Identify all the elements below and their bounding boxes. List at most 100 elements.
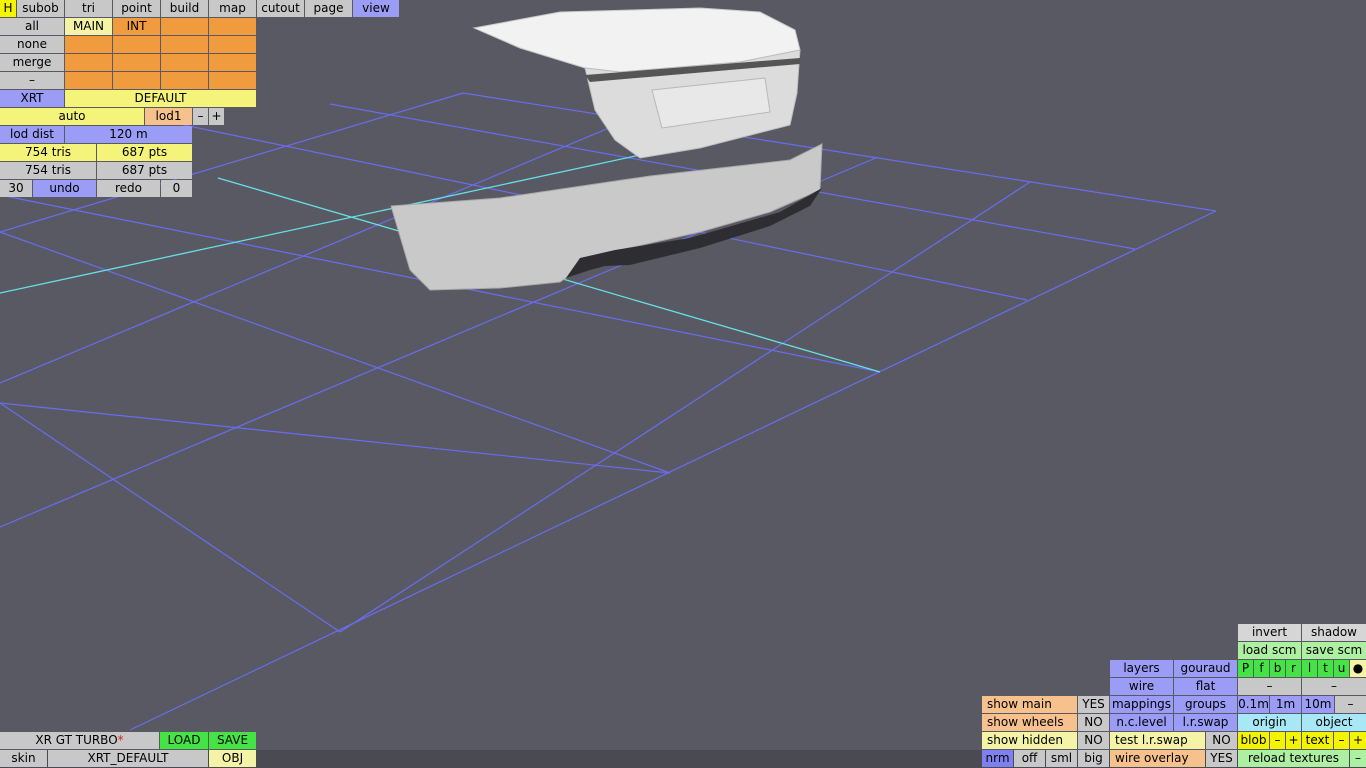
lod-level[interactable]: lod1 <box>145 108 192 125</box>
car-config[interactable]: DEFAULT <box>65 90 256 107</box>
show-hidden-label[interactable]: show hidden <box>982 732 1077 749</box>
menu-point[interactable]: point <box>113 0 160 17</box>
view-r-button[interactable]: r <box>1286 660 1301 677</box>
group-slot[interactable] <box>65 72 112 89</box>
dash-button-1[interactable]: – <box>1238 678 1301 695</box>
blob-minus-button[interactable]: – <box>1270 732 1285 749</box>
menu-map[interactable]: map <box>209 0 256 17</box>
size-sml-button[interactable]: sml <box>1046 750 1077 767</box>
trunk-lid-model <box>472 7 801 159</box>
group-slot[interactable] <box>209 72 256 89</box>
group-main[interactable]: MAIN <box>65 18 112 35</box>
show-wheels-toggle[interactable]: NO <box>1078 714 1109 731</box>
load-button[interactable]: LOAD <box>160 732 208 749</box>
size-nrm-button[interactable]: nrm <box>982 750 1013 767</box>
lod-dist-value[interactable]: 120 m <box>65 126 192 143</box>
view-t-button[interactable]: t <box>1318 660 1333 677</box>
mappings-button[interactable]: mappings <box>1110 696 1173 713</box>
merge-button[interactable]: merge <box>0 54 64 71</box>
grid-0.1m-button[interactable]: 0.1m <box>1238 696 1269 713</box>
show-wheels-label[interactable]: show wheels <box>982 714 1077 731</box>
group-slot[interactable] <box>209 18 256 35</box>
group-slot[interactable] <box>209 36 256 53</box>
menu-cutout[interactable]: cutout <box>257 0 304 17</box>
car-name[interactable]: XR GT TURBO* <box>0 732 159 749</box>
lod-minus-button[interactable]: – <box>193 108 208 125</box>
lr-swap-button[interactable]: l.r.swap <box>1174 714 1237 731</box>
menu-page[interactable]: page <box>305 0 352 17</box>
grid-1m-button[interactable]: 1m <box>1270 696 1301 713</box>
view-f-button[interactable]: f <box>1254 660 1269 677</box>
test-lr-swap-toggle[interactable]: NO <box>1206 732 1237 749</box>
gouraud-button[interactable]: gouraud <box>1174 660 1237 677</box>
menu-h[interactable]: H <box>0 0 16 17</box>
grid-minus-button[interactable]: – <box>1335 696 1366 713</box>
save-scm-button[interactable]: save scm <box>1302 642 1366 659</box>
pts-count: 687 pts <box>97 144 192 161</box>
load-scm-button[interactable]: load scm <box>1238 642 1301 659</box>
group-slot[interactable] <box>113 54 160 71</box>
select-all-button[interactable]: all <box>0 18 64 35</box>
pts-count-total: 687 pts <box>97 162 192 179</box>
car-code[interactable]: XRT <box>0 90 64 107</box>
wire-overlay-label[interactable]: wire overlay <box>1110 750 1205 767</box>
nc-level-button[interactable]: n.c.level <box>1110 714 1173 731</box>
shadow-button[interactable]: shadow <box>1302 624 1366 641</box>
menu-tri[interactable]: tri <box>65 0 112 17</box>
menu-build[interactable]: build <box>161 0 208 17</box>
group-slot[interactable] <box>209 54 256 71</box>
text-minus-button[interactable]: – <box>1334 732 1349 749</box>
group-slot[interactable] <box>161 18 208 35</box>
reload-minus-button[interactable]: – <box>1350 750 1366 767</box>
view-u-button[interactable]: u <box>1334 660 1349 677</box>
show-hidden-toggle[interactable]: NO <box>1078 732 1109 749</box>
skin-label: skin <box>0 750 47 767</box>
group-slot[interactable] <box>113 72 160 89</box>
lod-mode[interactable]: auto <box>0 108 144 125</box>
size-off-button[interactable]: off <box>1014 750 1045 767</box>
group-slot[interactable] <box>161 72 208 89</box>
group-slot[interactable] <box>161 54 208 71</box>
invert-button[interactable]: invert <box>1238 624 1301 641</box>
undo-button[interactable]: undo <box>33 180 96 197</box>
redo-button[interactable]: redo <box>97 180 160 197</box>
grid-10m-button[interactable]: 10m <box>1302 696 1334 713</box>
origin-button[interactable]: origin <box>1238 714 1301 731</box>
object-button[interactable]: object <box>1302 714 1366 731</box>
groups-button[interactable]: groups <box>1174 696 1237 713</box>
test-lr-swap-label[interactable]: test l.r.swap <box>1110 732 1205 749</box>
group-slot[interactable] <box>161 36 208 53</box>
group-slot[interactable] <box>65 54 112 71</box>
layers-button[interactable]: layers <box>1110 660 1173 677</box>
lod-dist-label: lod dist <box>0 126 64 143</box>
show-main-toggle[interactable]: YES <box>1078 696 1109 713</box>
dash-button[interactable]: – <box>0 72 64 89</box>
group-slot[interactable] <box>65 36 112 53</box>
reload-textures-button[interactable]: reload textures <box>1238 750 1349 767</box>
menu-view[interactable]: view <box>353 0 399 17</box>
view-b-button[interactable]: b <box>1270 660 1285 677</box>
group-int[interactable]: INT <box>113 18 160 35</box>
modified-mark: * <box>117 733 124 747</box>
blob-plus-button[interactable]: + <box>1286 732 1301 749</box>
show-main-label[interactable]: show main <box>982 696 1077 713</box>
wire-button[interactable]: wire <box>1110 678 1173 695</box>
group-slot[interactable] <box>113 36 160 53</box>
dash-button-2[interactable]: – <box>1302 678 1366 695</box>
select-none-button[interactable]: none <box>0 36 64 53</box>
view-dot-button[interactable]: ● <box>1350 660 1366 677</box>
save-button[interactable]: SAVE <box>209 732 256 749</box>
tris-count-total: 754 tris <box>0 162 96 179</box>
obj-button[interactable]: OBJ <box>209 750 256 767</box>
flat-button[interactable]: flat <box>1174 678 1237 695</box>
blob-label: blob <box>1238 732 1269 749</box>
view-p-button[interactable]: P <box>1238 660 1253 677</box>
lod-plus-button[interactable]: + <box>209 108 224 125</box>
view-l-button[interactable]: l <box>1302 660 1317 677</box>
wire-overlay-toggle[interactable]: YES <box>1206 750 1237 767</box>
size-big-button[interactable]: big <box>1078 750 1109 767</box>
text-label: text <box>1302 732 1333 749</box>
menu-subob[interactable]: subob <box>17 0 64 17</box>
text-plus-button[interactable]: + <box>1350 732 1366 749</box>
skin-value[interactable]: XRT_DEFAULT <box>48 750 208 767</box>
